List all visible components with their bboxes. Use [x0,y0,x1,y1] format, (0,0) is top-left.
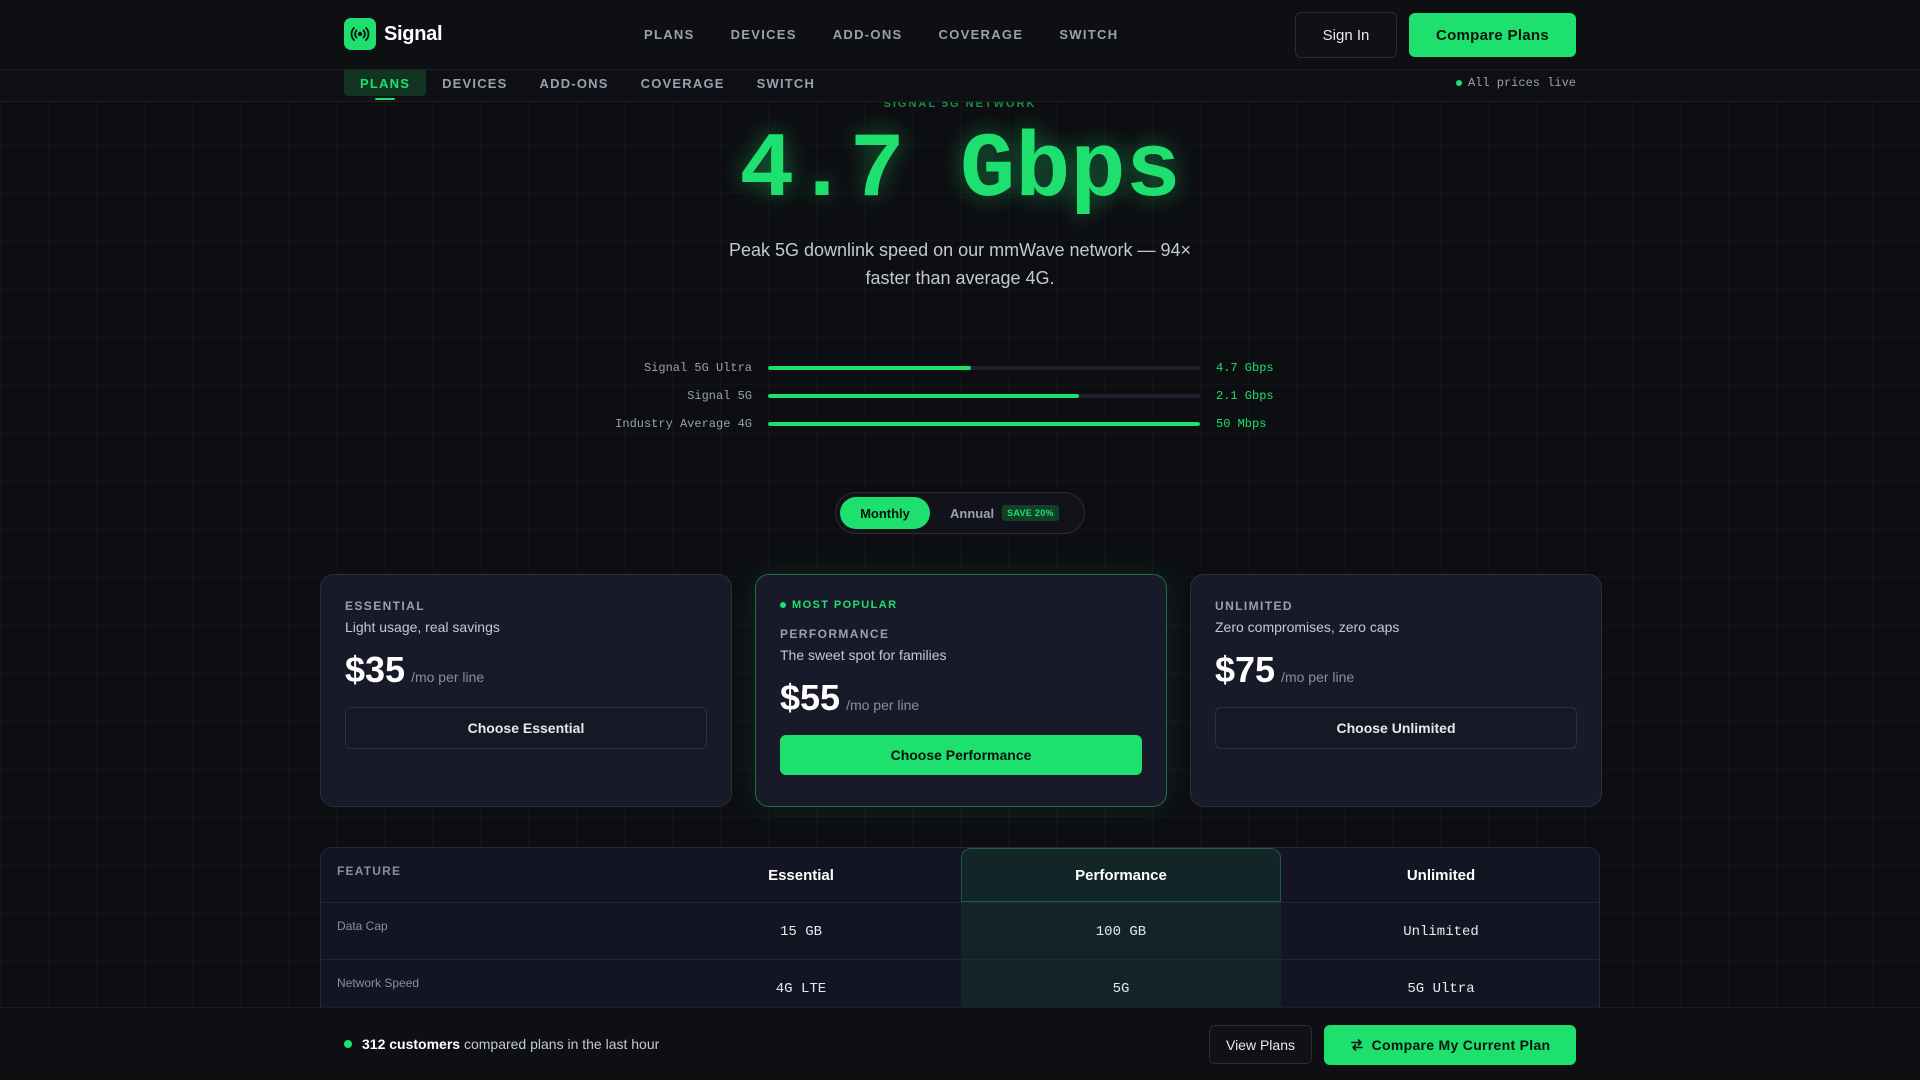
toggle-annual[interactable]: Annual SAVE 20% [950,505,1059,521]
plan-price: $55 [780,677,841,718]
choose-essential-button[interactable]: Choose Essential [345,707,707,749]
speed-bar-fill [768,394,1080,398]
nav-link-devices[interactable]: DEVICES [731,27,797,42]
primary-nav: PLANS DEVICES ADD-ONS COVERAGE SWITCH [644,27,1118,42]
tab-add-ons[interactable]: ADD-ONS [524,70,625,96]
save-badge: SAVE 20% [1002,505,1059,521]
speed-comparison: Signal 5G Ultra 4.7 Gbps Signal 5G 2.1 G… [560,354,1360,438]
tab-devices[interactable]: DEVICES [426,70,523,96]
plan-name: ESSENTIAL [345,599,425,613]
feature-column-header: FEATURE [337,864,402,878]
plan-price-unit: /mo per line [411,669,485,685]
speed-bar-track [768,422,1200,426]
hero-speed: 4.7 Gbps [739,118,1181,223]
column-header-performance: Performance [1075,866,1167,884]
table-row: Data Cap 15 GB 100 GB Unlimited [321,902,1599,959]
plan-price-unit: /mo per line [846,697,920,713]
sticky-bottom-bar: 312 customers compared plans in the last… [0,1007,1920,1080]
plan-name: UNLIMITED [1215,599,1293,613]
live-status-dot-icon [1455,80,1462,86]
social-proof: 312 customers compared plans in the last… [344,1036,659,1052]
compare-plans-button[interactable]: Compare Plans [1409,13,1576,57]
speed-bar-fill [768,366,972,370]
secondary-tab-bar: PLANS DEVICES ADD-ONS COVERAGE SWITCH Al… [0,70,1920,102]
swap-arrows-icon [1350,1039,1363,1051]
nav-link-coverage[interactable]: COVERAGE [939,27,1024,42]
toggle-monthly[interactable]: Monthly [840,497,930,529]
popular-dot-icon [780,602,786,608]
plan-price-row: $55 /mo per line [780,677,1142,719]
social-proof-text: 312 customers compared plans in the last… [362,1036,659,1052]
speed-value: 50 Mbps [1216,417,1267,431]
table-cell: Unlimited [1403,923,1479,940]
plan-card-unlimited: UNLIMITED Zero compromises, zero caps $7… [1190,574,1602,807]
nav-link-add-ons[interactable]: ADD-ONS [833,27,903,42]
tab-switch[interactable]: SWITCH [741,70,831,96]
most-popular-badge: MOST POPULAR [780,599,1142,611]
speed-label: Signal 5G Ultra [643,361,752,375]
speed-row: Industry Average 4G 50 Mbps [560,410,1360,438]
plan-description: The sweet spot for families [780,647,947,663]
plan-card-performance: MOST POPULAR PERFORMANCE The sweet spot … [755,574,1167,807]
compare-current-label: Compare My Current Plan [1371,1037,1551,1053]
tab-plans[interactable]: PLANS [344,70,427,96]
column-header-essential: Essential [768,866,834,884]
plan-price: $35 [345,649,406,690]
brand-name: Signal [384,22,443,45]
plan-card-essential: ESSENTIAL Light usage, real savings $35 … [320,574,732,807]
signal-broadcast-icon [344,18,376,50]
section-tabs: PLANS DEVICES ADD-ONS COVERAGE SWITCH [344,70,831,96]
plan-price-row: $35 /mo per line [345,649,707,691]
speed-bar-fill [768,422,1200,426]
speed-label: Industry Average 4G [615,417,752,431]
speed-row: Signal 5G 2.1 Gbps [560,382,1360,410]
toggle-annual-label: Annual [950,505,995,521]
feature-label: Network Speed [337,976,420,990]
table-cell: 15 GB [779,923,822,940]
plan-price: $75 [1215,649,1276,690]
choose-performance-button[interactable]: Choose Performance [780,735,1142,775]
sign-in-button[interactable]: Sign In [1295,12,1397,58]
plan-name: PERFORMANCE [780,627,890,641]
speed-row: Signal 5G Ultra 4.7 Gbps [560,354,1360,382]
column-header-unlimited: Unlimited [1406,866,1476,884]
speed-value: 2.1 Gbps [1216,389,1274,403]
view-plans-button[interactable]: View Plans [1209,1025,1312,1064]
speed-value: 4.7 Gbps [1216,361,1274,375]
nav-link-plans[interactable]: PLANS [644,27,695,42]
top-navigation: Signal PLANS DEVICES ADD-ONS COVERAGE SW… [0,0,1920,70]
activity-dot-icon [344,1040,352,1048]
choose-unlimited-button[interactable]: Choose Unlimited [1215,707,1577,749]
tab-coverage[interactable]: COVERAGE [625,70,741,96]
plan-price-row: $75 /mo per line [1215,649,1577,691]
nav-link-switch[interactable]: SWITCH [1059,27,1118,42]
brand[interactable]: Signal [344,18,443,50]
hero-subtitle: Peak 5G downlink speed on our mmWave net… [728,240,1192,288]
live-prices-indicator: All prices live [1455,76,1576,90]
plan-price-unit: /mo per line [1281,669,1355,685]
speed-bar-track [768,394,1200,398]
compare-current-plan-button[interactable]: Compare My Current Plan [1324,1025,1576,1065]
plan-description: Light usage, real savings [345,619,500,635]
social-proof-message: compared plans in the last hour [463,1036,660,1052]
speed-bar-track [768,366,1200,370]
table-header: FEATURE Essential Performance Unlimited [321,848,1599,902]
speed-label: Signal 5G [687,389,752,403]
table-cell: 100 GB [1095,923,1147,940]
live-status-text: All prices live [1467,76,1576,90]
feature-label: Data Cap [337,919,388,933]
most-popular-label: MOST POPULAR [792,599,898,611]
plan-description: Zero compromises, zero caps [1215,619,1400,635]
customer-count: 312 customers [362,1036,461,1052]
billing-period-toggle: Monthly Annual SAVE 20% [835,492,1085,534]
